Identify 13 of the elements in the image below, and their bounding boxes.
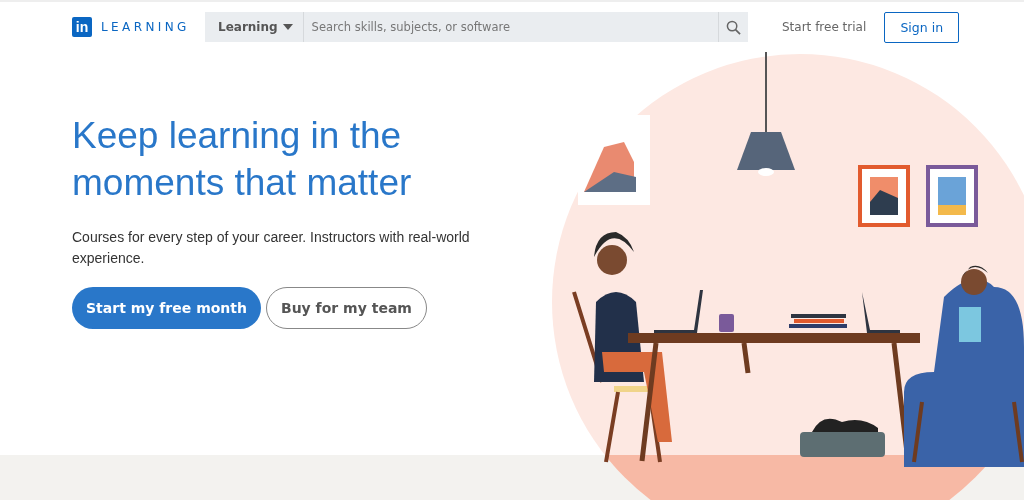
logo-text[interactable]: LEARNING xyxy=(101,20,190,34)
search-icon xyxy=(726,19,741,35)
start-month-button[interactable]: Start my free month xyxy=(72,287,261,329)
search-scope-dropdown[interactable]: Learning xyxy=(205,12,304,42)
logo-mark[interactable]: in xyxy=(72,17,92,37)
search-field[interactable]: Search skills, subjects, or software xyxy=(303,12,718,42)
caret-icon xyxy=(282,24,293,30)
hero-headline: Keep learning in the moments that matter xyxy=(72,114,413,205)
hero-subtitle: Courses for every step of your career. Instructors with real-world experience. xyxy=(72,228,471,268)
team-button[interactable]: Buy for my team xyxy=(266,287,427,329)
search-button[interactable] xyxy=(718,12,748,42)
start-trial-link[interactable]: Start free trial xyxy=(782,20,867,34)
sign-in-button[interactable]: Sign in xyxy=(884,11,960,43)
